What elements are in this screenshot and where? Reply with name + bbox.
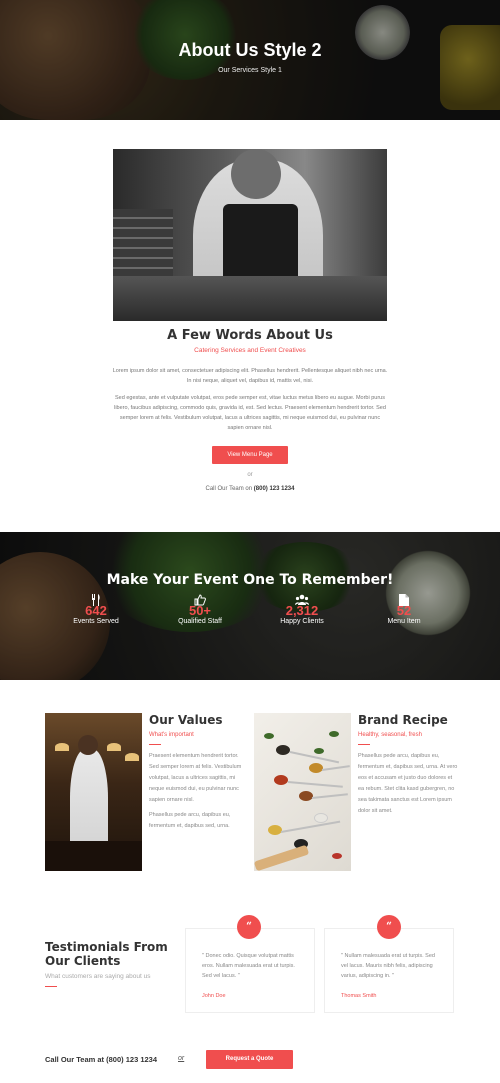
stat-happy-clients: 2,312 Happy Clients: [252, 594, 352, 625]
stat-value: 52: [396, 603, 412, 618]
chef-photo: [113, 149, 387, 321]
phone-number[interactable]: (800) 123 1234: [254, 486, 295, 492]
footer-or-separator: or: [178, 1055, 185, 1062]
quote-icon: “: [237, 915, 261, 939]
stat-value: 2,312: [285, 603, 319, 618]
view-menu-button[interactable]: View Menu Page: [212, 446, 288, 464]
about-paragraph-2: Sed egestas, ante et vulputate volutpat,…: [114, 395, 386, 431]
stat-label: Happy Clients: [280, 618, 324, 625]
about-title: A Few Words About Us: [167, 328, 333, 343]
recipe-text: Phasellus pede arcu, dapibus eu, ferment…: [358, 753, 458, 814]
values-title: Our Values: [149, 713, 223, 727]
testimonials-title: Testimonials From Our Clients: [45, 940, 168, 968]
page-subtitle: Our Services Style 1: [218, 67, 282, 74]
stat-menu-item: 52 Menu Item: [354, 594, 454, 625]
request-quote-button[interactable]: Request a Quote: [206, 1050, 293, 1069]
recipe-spices-photo: [254, 713, 351, 871]
about-paragraph-1: Lorem ipsum dolor sit amet, consectetuer…: [112, 368, 388, 384]
values-kitchen-photo: [45, 713, 142, 871]
stat-events-served: 642 Events Served: [46, 594, 146, 625]
testimonials-subtitle: What customers are saying about us: [45, 973, 151, 980]
stat-value: 642: [85, 603, 107, 618]
call-prefix: Call Our Team on: [205, 486, 253, 492]
stat-qualified-staff: 50+ Qualified Staff: [150, 594, 250, 625]
testimonial-name-2: Thomas Smith: [341, 993, 377, 999]
recipe-subtitle: Healthy, seasonal, fresh: [358, 732, 422, 738]
values-subtitle: What's important: [149, 732, 194, 738]
values-text-1: Praesent elementum hendrerit tortor. Sed…: [149, 753, 242, 803]
hero-banner: About Us Style 2 Our Services Style 1: [0, 0, 500, 120]
about-subtitle: Catering Services and Event Creatives: [194, 347, 306, 354]
call-team-line: Call Our Team on (800) 123 1234: [0, 486, 500, 492]
or-separator: or: [247, 472, 253, 478]
stat-label: Menu Item: [387, 618, 421, 625]
quote-icon: “: [377, 915, 401, 939]
values-text-2: Phasellus pede arcu, dapibus eu, ferment…: [149, 812, 231, 829]
recipe-title: Brand Recipe: [358, 713, 448, 727]
testimonial-quote-2: " Nullam malesuada erat ut turpis. Sed v…: [341, 953, 435, 979]
footer-call-text: Call Our Team at (800) 123 1234: [45, 1055, 158, 1064]
stat-label: Events Served: [73, 618, 119, 625]
testimonial-quote-1: " Donec odio. Quisque volutpat mattis er…: [202, 953, 295, 979]
stat-value: 50+: [188, 603, 212, 618]
stats-band-title: Make Your Event One To Remember!: [106, 572, 394, 588]
stat-label: Qualified Staff: [178, 618, 222, 625]
testimonial-name-1: John Doe: [202, 993, 226, 999]
stats-band: Make Your Event One To Remember! 642 Eve…: [0, 532, 500, 680]
page-title: About Us Style 2: [178, 40, 322, 60]
